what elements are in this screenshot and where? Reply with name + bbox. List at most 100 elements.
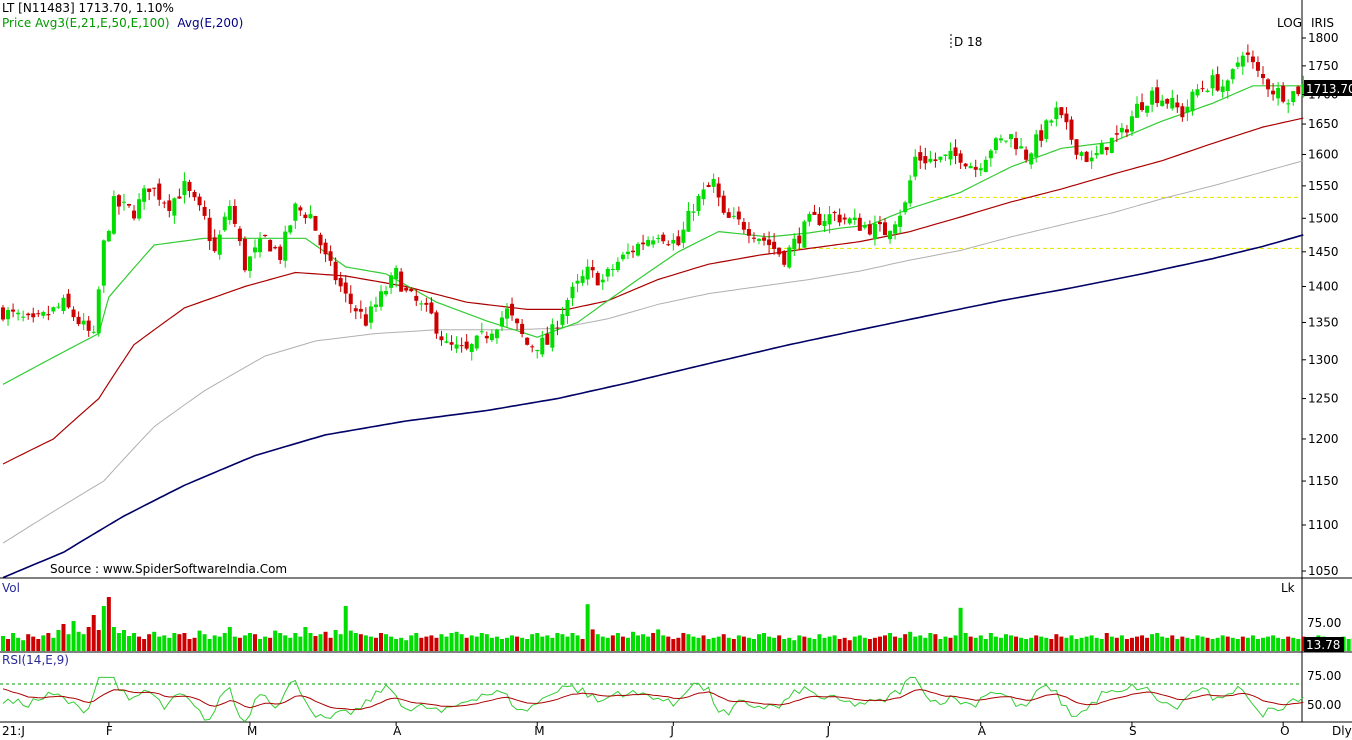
candle-body [983,159,988,172]
volume-bar [368,636,373,651]
candle-body [454,344,459,349]
volume-bar [268,637,273,651]
volume-bar [938,639,943,651]
volume-bar [379,633,383,651]
candle-body [283,231,288,261]
candle-body [822,221,827,227]
candle-body [429,302,434,314]
volume-bar [1296,639,1301,651]
volume-bar [96,630,101,651]
volume-bar [36,639,41,651]
candle-body [459,345,464,347]
volume-bar [499,639,504,651]
candle-body [91,331,96,333]
volume-label: Vol [2,581,20,595]
candle-body [434,312,439,334]
candle-body [162,202,167,204]
volume-bar [928,633,933,651]
volume-bar [741,636,746,651]
volume-bar [696,637,701,651]
volume-bar [217,636,222,651]
candle-body [207,217,212,242]
rsi-label: RSI(14,E,9) [2,653,69,667]
volume-bar [898,637,903,651]
volume-bar [1170,635,1175,651]
price-tick-label: 1150 [1308,474,1339,488]
candle-body [389,275,394,288]
volume-bar [1034,635,1039,651]
candle-body [545,333,550,345]
volume-bar [671,639,676,651]
candle-body [636,243,641,256]
month-label: F [106,724,113,738]
volume-bar [283,635,288,651]
candle-body [998,138,1003,141]
candle-body [167,200,172,212]
candle-body [872,223,877,240]
candle-body [288,225,293,233]
volume-bar [71,621,76,651]
volume-bar [192,637,197,651]
volume-bar [101,606,106,651]
volume-bar [303,627,308,651]
volume-bar [751,639,756,651]
month-label: M [247,724,257,738]
avg-legend: Avg(E,200) [177,16,244,30]
volume-bar [1009,635,1013,651]
date-annotation: D 18 [954,35,982,49]
candle-body [817,213,822,226]
candle-body [893,224,898,234]
volume-bar [565,636,570,651]
volume-bar [51,637,56,651]
volume-bar [646,636,651,651]
volume-bar [1225,636,1230,651]
volume-bar [1286,636,1291,651]
volume-bar [237,637,242,651]
volume-bar [1014,636,1019,651]
candle-body [51,307,56,312]
volume-bar [958,607,963,651]
candle-body [746,229,751,236]
candle-body [1250,56,1255,63]
volume-bar [762,633,767,651]
volume-bar [1114,637,1119,651]
candle-body [903,202,908,213]
candle-body [1104,147,1109,151]
volume-bar [1255,639,1260,651]
candle-body [273,247,278,249]
price-tick-label: 1100 [1308,518,1339,532]
candle-body [646,240,651,246]
candle-body [883,222,887,236]
volume-bar [21,640,26,651]
candle-body [253,247,257,253]
volume-bar [459,634,464,651]
candle-body [1054,107,1059,120]
volume-bar [197,630,202,651]
candle-body [510,303,515,316]
volume-bar [530,634,535,651]
volume-bar [293,633,298,651]
volume-bar [11,633,16,651]
volume-bar [152,631,157,651]
volume-bar [757,634,761,651]
candle-body [827,214,832,225]
candle-body [716,183,721,198]
candle-body [263,234,268,237]
candle-body [323,242,328,255]
candle-body [268,239,273,252]
volume-bar [1129,637,1134,651]
volume-bar [1024,639,1029,651]
candle-body [515,318,520,324]
volume-bar [1155,633,1160,651]
candle-body [1276,88,1281,99]
volume-last-value: 13.78 [1306,638,1340,652]
volume-bar [232,636,237,651]
candle-body [1160,100,1165,106]
volume-bar [636,635,641,651]
candle-body [1235,62,1240,67]
volume-bar [132,633,137,651]
candle-body [973,166,978,170]
volume-bar [802,636,807,651]
candle-body [177,196,182,199]
volume-bar [202,634,207,651]
